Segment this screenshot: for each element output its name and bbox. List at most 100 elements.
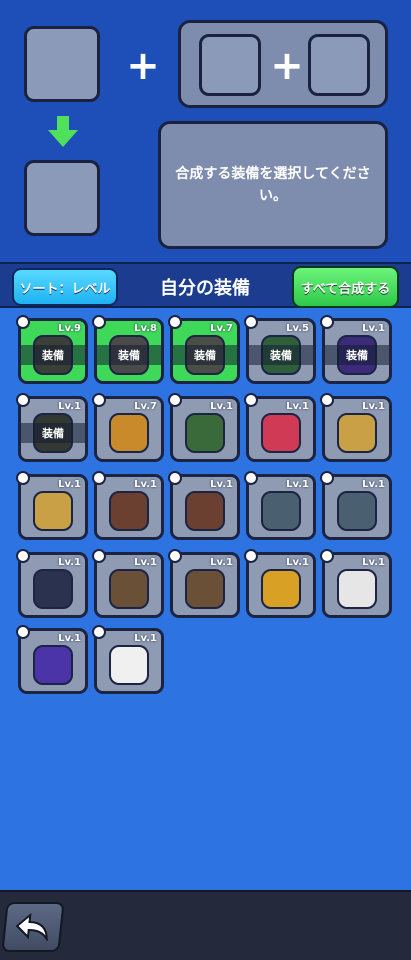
equipment-item-boot-purple[interactable]: Lv.1: [16, 625, 88, 694]
equipment-item-bow-green[interactable]: 装備 Lv.5: [244, 315, 316, 384]
glove-icon: [16, 471, 30, 485]
back-arrow-icon: [15, 913, 48, 941]
boot-icon: [92, 625, 106, 639]
item-level: Lv.1: [58, 401, 81, 412]
equipment-item-gauntlet-gold[interactable]: Lv.1: [320, 393, 392, 462]
equipment-item-gauntlet-red[interactable]: Lv.1: [244, 393, 316, 462]
equipment-item-belt-green-gem-2[interactable]: Lv.1: [168, 471, 240, 540]
armor-icon: [320, 549, 334, 563]
boot-white-icon: [109, 645, 149, 685]
plus-icon: +: [270, 43, 304, 89]
gauntlet-green-icon: [185, 413, 225, 453]
armor-leather-icon: [109, 569, 149, 609]
boot-purple-icon: [33, 645, 73, 685]
equipment-item-armor-leather-2[interactable]: Lv.1: [168, 549, 240, 618]
ring-icon: [320, 315, 334, 329]
equipment-item-belt-skull[interactable]: Lv.1: [16, 549, 88, 618]
equipment-item-boots-dark[interactable]: 装備 Lv.1: [16, 393, 88, 462]
boot-icon: [16, 393, 30, 407]
item-level: Lv.1: [58, 633, 81, 644]
weapon-icon: [92, 393, 106, 407]
armor-icon: [244, 549, 258, 563]
belt-skull-icon: [33, 569, 73, 609]
armor-icon: [92, 549, 106, 563]
arrow-down-icon: [48, 116, 78, 147]
equipment-item-armor-leather[interactable]: Lv.1: [92, 549, 164, 618]
equipped-label: 装備: [346, 349, 368, 362]
equipment-item-armor-white[interactable]: Lv.1: [320, 549, 392, 618]
item-level: Lv.1: [134, 557, 157, 568]
item-level: Lv.7: [210, 323, 233, 334]
equipment-item-gauntlet-gold-2[interactable]: Lv.1: [16, 471, 88, 540]
gauntlet-red-icon: [261, 413, 301, 453]
item-level: Lv.1: [58, 479, 81, 490]
item-level: Lv.7: [134, 401, 157, 412]
belt-steel-icon: [261, 491, 301, 531]
gauntlet-gold-icon: [337, 413, 377, 453]
belt-icon: [92, 315, 106, 329]
merge-material-slot-2[interactable]: [308, 34, 370, 96]
armor-gold-purple-icon: [261, 569, 301, 609]
belt-green-gem-icon: [109, 491, 149, 531]
weapon-icon: [244, 315, 258, 329]
item-level: Lv.8: [134, 323, 157, 334]
item-level: Lv.9: [58, 323, 81, 334]
item-level: Lv.1: [210, 557, 233, 568]
plus-icon: +: [126, 43, 160, 89]
equipment-item-belt-green-gem[interactable]: Lv.1: [92, 471, 164, 540]
equipment-item-gauntlet-green[interactable]: Lv.1: [168, 393, 240, 462]
item-level: Lv.1: [210, 401, 233, 412]
bottom-bar: [0, 890, 411, 960]
axe-icon: [109, 413, 149, 453]
boot-icon: [16, 625, 30, 639]
item-level: Lv.1: [286, 479, 309, 490]
belt-green-gem-2-icon: [185, 491, 225, 531]
equipped-label: 装備: [194, 349, 216, 362]
item-level: Lv.5: [286, 323, 309, 334]
merge-panel: + + 合成する装備を選択してください。: [0, 0, 411, 262]
gauntlet-gold-2-icon: [33, 491, 73, 531]
item-level: Lv.1: [134, 633, 157, 644]
belt-icon: [320, 471, 334, 485]
item-level: Lv.1: [286, 557, 309, 568]
item-level: Lv.1: [58, 557, 81, 568]
equipment-item-gloves-dark[interactable]: 装備 Lv.7: [168, 315, 240, 384]
equipped-label: 装備: [42, 427, 64, 440]
glove-icon: [168, 315, 182, 329]
equipment-item-belt-steel-2[interactable]: Lv.1: [320, 471, 392, 540]
merge-result-slot: [24, 160, 100, 236]
glove-icon: [244, 393, 258, 407]
merge-source-slot[interactable]: [24, 26, 100, 102]
merge-all-button[interactable]: すべて合成する: [292, 266, 399, 308]
equipment-item-ring-purple[interactable]: 装備 Lv.1: [320, 315, 392, 384]
equipment-item-belt-steel[interactable]: Lv.1: [244, 471, 316, 540]
equipment-item-axe[interactable]: Lv.7: [92, 393, 164, 462]
equipment-item-belt-dark[interactable]: 装備 Lv.8: [92, 315, 164, 384]
belt-icon: [16, 549, 30, 563]
belt-steel-2-icon: [337, 491, 377, 531]
equipment-item-armor-gold-purple[interactable]: Lv.1: [244, 549, 316, 618]
equipped-label: 装備: [118, 349, 140, 362]
equipment-item-armor-dark[interactable]: 装備 Lv.9: [16, 315, 88, 384]
belt-icon: [168, 471, 182, 485]
armor-icon: [16, 315, 30, 329]
item-level: Lv.1: [362, 479, 385, 490]
sort-button[interactable]: ソート：レベル: [12, 268, 118, 306]
belt-icon: [92, 471, 106, 485]
belt-icon: [244, 471, 258, 485]
page-title: 自分の装備: [160, 278, 250, 299]
equipped-label: 装備: [270, 349, 292, 362]
item-level: Lv.1: [362, 401, 385, 412]
merge-material-slot-1[interactable]: [199, 34, 261, 96]
equipped-label: 装備: [42, 349, 64, 362]
glove-icon: [320, 393, 334, 407]
armor-white-icon: [337, 569, 377, 609]
merge-material-frame: +: [178, 20, 388, 108]
glove-icon: [168, 393, 182, 407]
back-button[interactable]: [1, 902, 65, 952]
item-level: Lv.1: [210, 479, 233, 490]
equipment-header: ソート：レベル 自分の装備 すべて合成する: [0, 262, 411, 308]
equipment-item-boot-white[interactable]: Lv.1: [92, 625, 164, 694]
item-level: Lv.1: [286, 401, 309, 412]
item-level: Lv.1: [362, 557, 385, 568]
